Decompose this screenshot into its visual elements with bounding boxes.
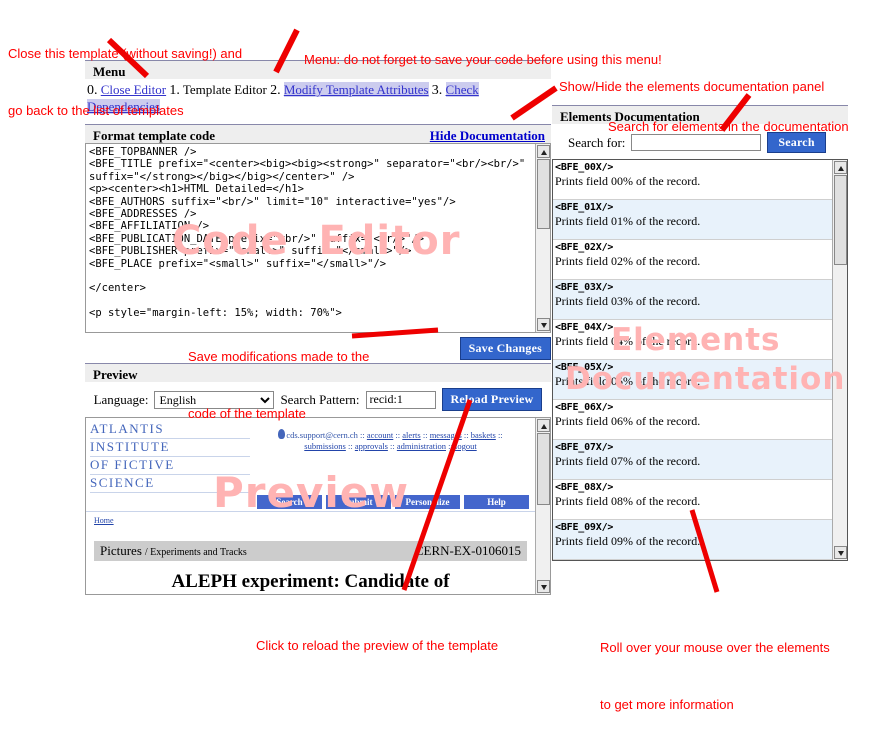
documentation-item-description: Prints field 05% of the record.	[555, 374, 701, 388]
site-link-administration[interactable]: administration	[397, 441, 446, 451]
site-logo-line-3: OF FICTIVE	[90, 457, 250, 475]
menu-item-2-number: 2.	[270, 83, 281, 98]
documentation-item[interactable]: <BFE_02X/> Prints field 02% of the record…	[553, 240, 832, 280]
link-sep-7: ::	[390, 441, 395, 451]
template-code-content[interactable]: <BFE_TOPBANNER /> <BFE_TITLE prefix="<ce…	[86, 144, 535, 332]
documentation-item-description: Prints field 03% of the record.	[555, 294, 701, 308]
link-sep-4: ::	[463, 430, 469, 440]
site-tab-search[interactable]: Search	[257, 495, 322, 509]
documentation-item[interactable]: <BFE_04X/> Prints field 04% of the record…	[553, 320, 832, 360]
annotation-rollover-line-2: to get more information	[600, 697, 734, 712]
documentation-item[interactable]: <BFE_08X/> Prints field 08% of the record…	[553, 480, 832, 520]
record-id: CERN-EX-0106015	[408, 541, 527, 561]
link-sep-5: ::	[497, 430, 503, 440]
documentation-item[interactable]: <BFE_05X/> Prints field 05% of the record…	[553, 360, 832, 400]
preview-scroll-up-icon[interactable]	[536, 419, 550, 432]
home-link[interactable]: Home	[94, 516, 114, 525]
documentation-item[interactable]: <BFE_06X/> Prints field 06% of the record…	[553, 400, 832, 440]
documentation-item-tag: <BFE_00X/>	[555, 162, 614, 173]
preview-content: ATLANTIS INSTITUTE OF FICTIVE SCIENCE cd…	[86, 418, 535, 594]
link-sep-6: ::	[347, 441, 353, 451]
site-link-approvals[interactable]: approvals	[355, 441, 388, 451]
documentation-list[interactable]: <BFE_00X/> Prints field 00% of the record…	[552, 159, 848, 561]
link-sep-3: ::	[422, 430, 428, 440]
documentation-item-tag: <BFE_09X/>	[555, 522, 614, 533]
documentation-scrollbar[interactable]	[832, 160, 847, 560]
preview-scrollbar[interactable]	[535, 418, 550, 594]
documentation-item-tag: <BFE_05X/>	[555, 362, 614, 373]
annotation-search-elements-line-1: Search for elements in the documentation	[608, 119, 849, 134]
site-link-alerts[interactable]: alerts	[402, 430, 420, 440]
annotation-close-template-line-2: go back to the list of templates	[8, 103, 184, 118]
site-link-account[interactable]: account	[367, 430, 393, 440]
annotation-close-template: Close this template (without saving!) an…	[8, 6, 242, 139]
documentation-item-tag: <BFE_03X/>	[555, 282, 614, 293]
breadcrumb-collection-cell: Pictures / Experiments and Tracks	[94, 541, 409, 561]
documentation-item-description: Prints field 07% of the record.	[555, 454, 701, 468]
documentation-items: <BFE_00X/> Prints field 00% of the record…	[553, 160, 832, 560]
elements-documentation-column: Elements Documentation Search for: Searc…	[552, 105, 848, 561]
template-code-textarea[interactable]: <BFE_TOPBANNER /> <BFE_TITLE prefix="<ce…	[85, 143, 551, 333]
doc-scroll-thumb[interactable]	[833, 175, 847, 265]
code-scroll-thumb[interactable]	[536, 159, 550, 229]
annotation-rollover: Roll over your mouse over the elements t…	[600, 600, 830, 733]
documentation-item-description: Prints field 01% of the record.	[555, 214, 701, 228]
documentation-item[interactable]: <BFE_01X/> Prints field 01% of the record…	[553, 200, 832, 240]
site-link-baskets[interactable]: baskets	[471, 430, 496, 440]
documentation-item-description: Prints field 06% of the record.	[555, 414, 701, 428]
documentation-item-description: Prints field 04% of the record.	[555, 334, 701, 348]
documentation-item[interactable]: <BFE_07X/> Prints field 07% of the record…	[553, 440, 832, 480]
annotation-save-modifications-line-2: code of the template	[188, 406, 306, 421]
search-pattern-input[interactable]	[365, 390, 436, 409]
preview-scroll-down-icon[interactable]	[536, 580, 550, 593]
annotation-search-elements: Search for elements in the documentation	[608, 79, 849, 155]
preview-scroll-thumb[interactable]	[536, 433, 550, 505]
site-tab-personalize[interactable]: Personalize	[395, 495, 460, 509]
annotation-save-modifications: Save modifications made to the code of t…	[188, 309, 369, 442]
language-label: Language:	[93, 391, 149, 407]
breadcrumb-sub: / Experiments and Tracks	[144, 547, 247, 558]
site-tab-bar: Search Submit Personalize Help	[86, 493, 535, 509]
documentation-item-tag: <BFE_06X/>	[555, 402, 614, 413]
documentation-item-tag: <BFE_07X/>	[555, 442, 614, 453]
record-breadcrumb: Pictures / Experiments and Tracks CERN-E…	[94, 541, 527, 561]
documentation-item-description: Prints field 02% of the record.	[555, 254, 701, 268]
link-sep-8: ::	[448, 441, 453, 451]
breadcrumb-collection: Pictures	[100, 543, 142, 558]
site-tab-help[interactable]: Help	[464, 495, 529, 509]
annotation-save-modifications-line-1: Save modifications made to the	[188, 349, 370, 364]
site-link-logout[interactable]: logout	[455, 441, 477, 451]
site-link-messages[interactable]: messages	[430, 430, 462, 440]
code-scroll-down-icon[interactable]	[536, 318, 550, 331]
documentation-item[interactable]: <BFE_09X/> Prints field 09% of the record…	[553, 520, 832, 560]
documentation-item-tag: <BFE_04X/>	[555, 322, 614, 333]
save-changes-button[interactable]: Save Changes	[459, 337, 551, 360]
documentation-item-tag: <BFE_01X/>	[555, 202, 614, 213]
annotation-close-template-line-1: Close this template (without saving!) an…	[8, 46, 243, 61]
site-link-submissions[interactable]: submissions	[304, 441, 346, 451]
doc-scroll-down-icon[interactable]	[833, 546, 847, 559]
reload-preview-button[interactable]: Reload Preview	[441, 388, 543, 411]
documentation-item-description: Prints field 09% of the record.	[555, 534, 701, 548]
preview-iframe[interactable]: ATLANTIS INSTITUTE OF FICTIVE SCIENCE cd…	[85, 417, 551, 595]
documentation-item[interactable]: <BFE_03X/> Prints field 03% of the record…	[553, 280, 832, 320]
documentation-item-tag: <BFE_08X/>	[555, 482, 614, 493]
annotation-reload-preview: Click to reload the preview of the templ…	[256, 598, 498, 674]
documentation-item[interactable]: <BFE_00X/> Prints field 00% of the record…	[553, 160, 832, 200]
documentation-item-description: Prints field 08% of the record.	[555, 494, 701, 508]
hide-documentation-link[interactable]: Hide Documentation	[430, 128, 545, 144]
site-tab-submit[interactable]: Submit	[326, 495, 391, 509]
code-scrollbar[interactable]	[535, 144, 550, 332]
preview-header-label: Preview	[93, 367, 138, 382]
code-scroll-up-icon[interactable]	[536, 145, 550, 158]
documentation-item-tag: <BFE_02X/>	[555, 242, 614, 253]
annotation-rollover-line-1: Roll over your mouse over the elements	[600, 640, 830, 655]
site-home-link: Home	[86, 511, 535, 525]
doc-scroll-up-icon[interactable]	[833, 161, 847, 174]
documentation-item-description: Prints field 00% of the record.	[555, 174, 701, 188]
record-title: ALEPH experiment: Candidate of	[171, 571, 450, 592]
site-logo-line-4: SCIENCE	[90, 475, 250, 493]
link-sep-2: ::	[395, 430, 401, 440]
